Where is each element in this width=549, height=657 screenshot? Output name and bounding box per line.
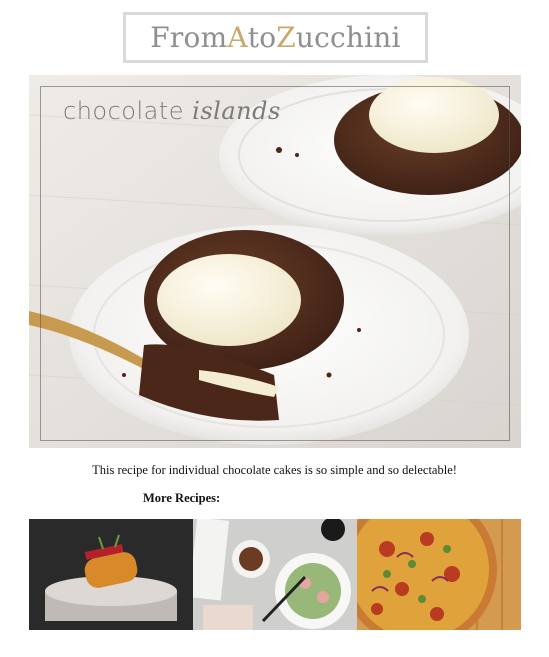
- pizza-image: [357, 519, 521, 630]
- tabletop-meal-image: [193, 519, 357, 630]
- recipe-thumbnail-table[interactable]: [193, 519, 357, 630]
- hero-title-script: islands: [192, 97, 281, 125]
- plated-dessert-image: [29, 519, 193, 630]
- logo-accent-z: Z: [276, 21, 296, 54]
- logo-accent-a: A: [227, 21, 248, 54]
- logo-text-part3: ucchini: [295, 21, 401, 54]
- hero-title-plain: chocolate: [63, 97, 193, 125]
- logo-text-part2: to: [247, 21, 277, 54]
- hero-title: chocolate islands: [63, 97, 281, 125]
- logo-text-part1: From: [150, 21, 228, 54]
- site-logo[interactable]: From A to Zucchini: [123, 12, 428, 63]
- hero-image: chocolate islands: [29, 75, 521, 448]
- recipe-thumbnail-dessert[interactable]: [29, 519, 193, 630]
- more-recipes-label: More Recipes:: [143, 491, 221, 505]
- recipe-caption: This recipe for individual chocolate cak…: [92, 463, 457, 477]
- hero-photo-illustration: [29, 75, 521, 448]
- more-recipes-gallery: [29, 519, 521, 630]
- recipe-thumbnail-pizza[interactable]: [357, 519, 521, 630]
